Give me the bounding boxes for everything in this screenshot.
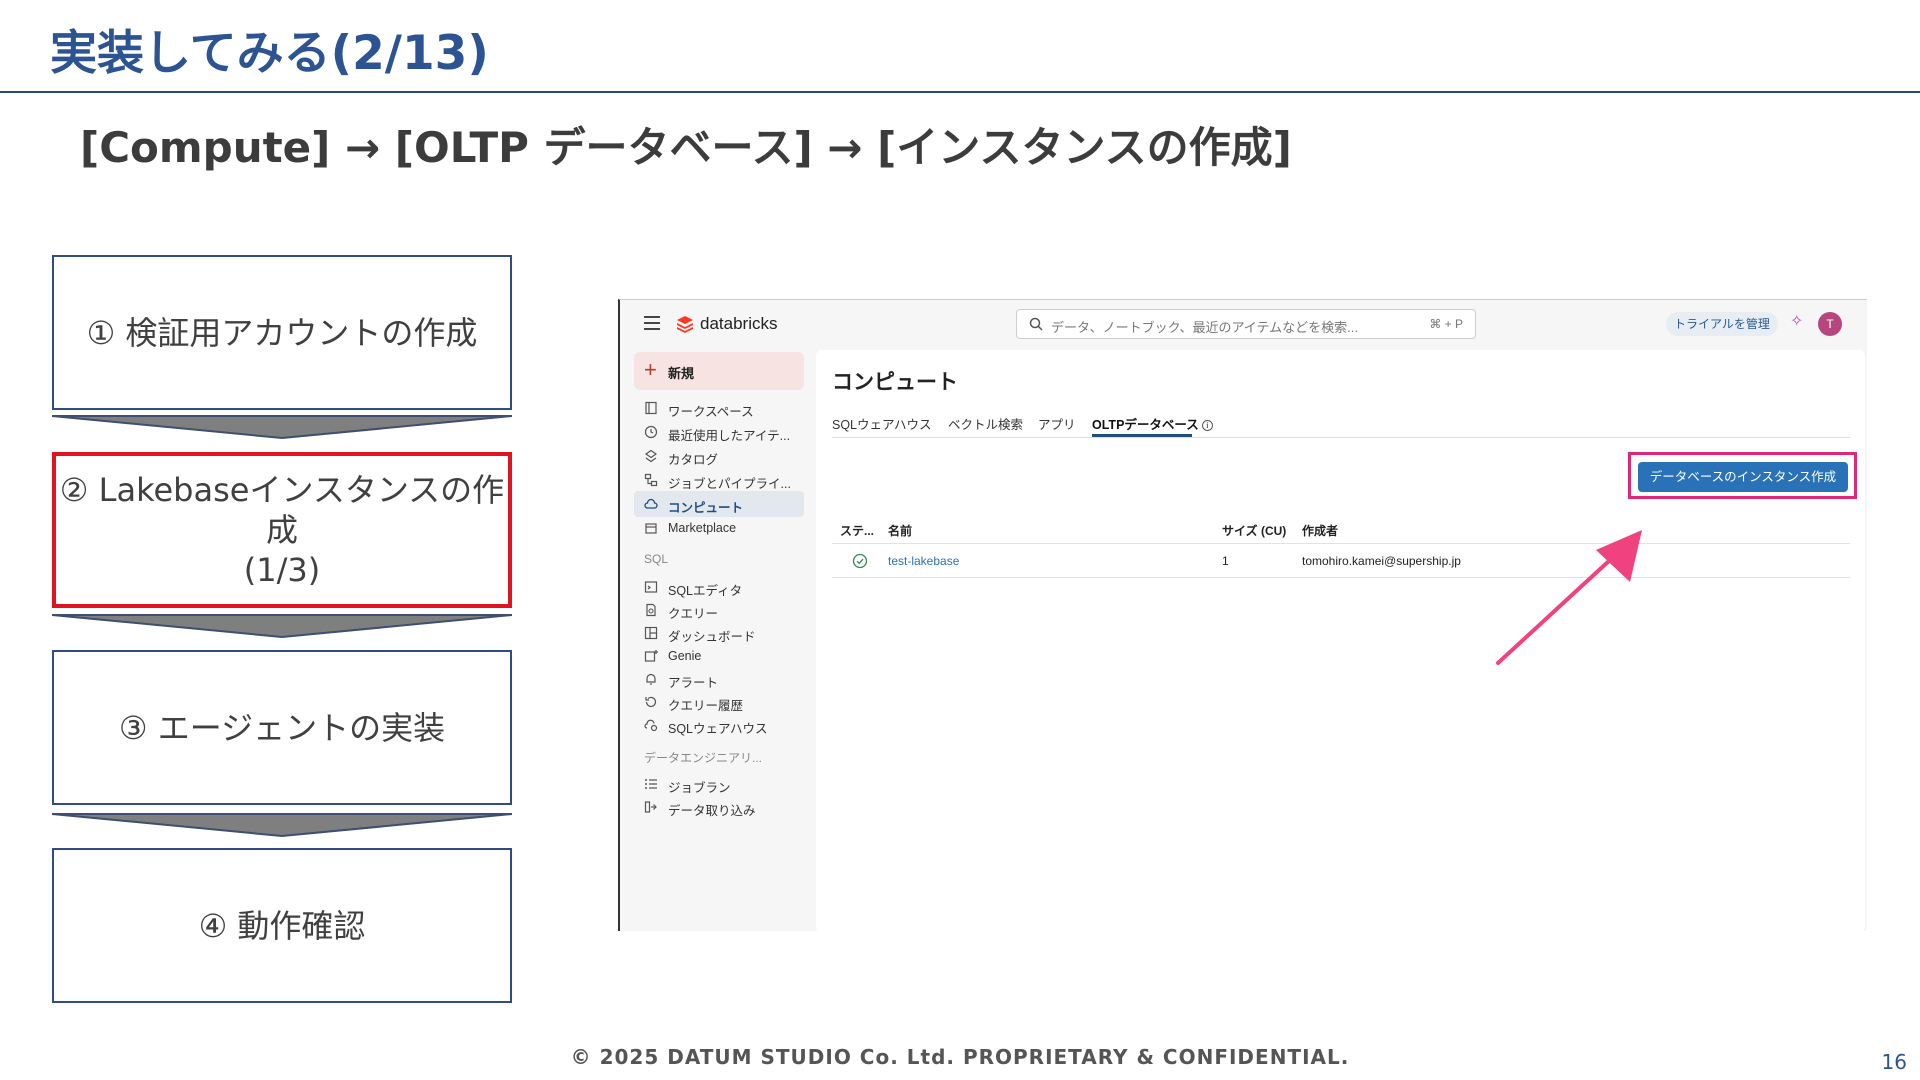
workflow-icon <box>644 473 658 487</box>
sidebar-item-workspace[interactable]: ワークスペース <box>634 395 804 421</box>
step-arrow-2 <box>52 614 512 639</box>
step-2-box: ② Lakebaseインスタンスの作成 (1/3) <box>52 452 512 608</box>
sidebar-item-sql-warehouses[interactable]: SQLウェアハウス <box>634 712 804 738</box>
step-2-label: ② Lakebaseインスタンスの作成 <box>59 471 505 549</box>
catalog-icon <box>644 449 658 463</box>
table-row[interactable]: test-lakebase 1 tomohiro.kamei@supership… <box>832 544 1850 578</box>
instance-name-link[interactable]: test-lakebase <box>888 554 959 568</box>
manage-trial-button[interactable]: トライアルを管理 <box>1666 312 1778 336</box>
annotation-arrow <box>1496 530 1642 665</box>
main-panel: コンピュート SQLウェアハウス ベクトル検索 アプリ OLTPデータベース i … <box>816 350 1865 931</box>
column-header-name[interactable]: 名前 <box>888 522 912 539</box>
menu-icon[interactable] <box>644 316 660 330</box>
table-header: ステ... 名前 サイズ (CU) 作成者 <box>832 514 1850 544</box>
sidebar-item-label: 最近使用したアイテ... <box>668 429 791 443</box>
sidebar-item-label: カタログ <box>668 453 719 467</box>
sidebar-item-label: ワークスペース <box>668 405 754 419</box>
sidebar: + 新規 ワークスペース 最近使用したアイテ... カタログ ジョブとパイプライ… <box>620 350 816 931</box>
sidebar-item-label: ジョブとパイプライ... <box>668 477 791 491</box>
warehouse-icon <box>644 719 658 732</box>
sidebar-section-data-engineering: データエンジニアリ... <box>644 751 763 765</box>
genie-icon <box>644 650 658 662</box>
marketplace-icon <box>645 523 657 534</box>
step-3-box: ③ エージェントの実装 <box>52 650 512 805</box>
sidebar-item-label: Genie <box>668 649 702 663</box>
databricks-screenshot: databricks データ、ノートブック、最近のアイテムなどを検索... ⌘ … <box>618 299 1867 931</box>
sidebar-item-compute[interactable]: コンピュート <box>634 491 804 517</box>
status-ok-icon <box>852 553 868 569</box>
tab-oltp-database-label: OLTPデータベース <box>1092 418 1199 432</box>
sidebar-item-data-ingestion[interactable]: データ取り込み <box>634 794 804 820</box>
info-icon[interactable]: i <box>1201 420 1213 431</box>
new-button-label: 新規 <box>668 366 695 381</box>
cloud-icon <box>644 498 658 509</box>
instance-creator: tomohiro.kamei@supership.jp <box>1302 554 1461 568</box>
slide-title: 実装してみる(2/13) <box>50 26 489 81</box>
plus-icon: + <box>644 357 657 382</box>
column-header-creator[interactable]: 作成者 <box>1302 522 1338 539</box>
step-2-sublabel: (1/3) <box>243 551 321 589</box>
tab-vector-search[interactable]: ベクトル検索 <box>948 414 1023 433</box>
databricks-logo-text[interactable]: databricks <box>700 314 777 334</box>
highlight-box <box>1628 452 1857 499</box>
step-1-label: ① 検証用アカウントの作成 <box>86 313 478 352</box>
column-header-size[interactable]: サイズ (CU) <box>1222 522 1286 539</box>
page-heading: コンピュート <box>832 371 958 394</box>
page-number: 16 <box>1881 1050 1907 1074</box>
step-4-box: ④ 動作確認 <box>52 848 512 1003</box>
tab-apps[interactable]: アプリ <box>1038 414 1076 433</box>
sidebar-item-label: Marketplace <box>668 521 737 535</box>
slide-subtitle: [Compute] → [OLTP データベース] → [インスタンスの作成] <box>80 123 1292 172</box>
search-input[interactable]: データ、ノートブック、最近のアイテムなどを検索... ⌘ + P <box>1016 309 1476 339</box>
job-runs-icon <box>645 779 657 789</box>
user-avatar[interactable]: T <box>1818 312 1842 336</box>
sidebar-item-marketplace[interactable]: Marketplace <box>634 515 804 541</box>
step-1-box: ① 検証用アカウントの作成 <box>52 255 512 410</box>
sidebar-item-label: コンピュート <box>668 501 744 515</box>
column-header-status[interactable]: ステ... <box>840 522 874 539</box>
step-arrow-1 <box>52 415 512 440</box>
sidebar-item-label: データ取り込み <box>668 804 756 818</box>
new-button[interactable]: + 新規 <box>634 352 804 390</box>
step-4-label: ④ 動作確認 <box>198 906 366 945</box>
search-shortcut: ⌘ + P <box>1429 317 1463 331</box>
footer-copyright: © 2025 DATUM STUDIO Co. Ltd. PROPRIETARY… <box>570 1045 1350 1069</box>
assistant-sparkle-icon[interactable]: ✧ <box>1790 314 1806 330</box>
step-arrow-3 <box>52 813 512 838</box>
active-tab-indicator <box>1092 434 1192 437</box>
sidebar-item-label: SQLウェアハウス <box>668 722 768 736</box>
query-icon <box>646 603 656 617</box>
top-bar: databricks データ、ノートブック、最近のアイテムなどを検索... ⌘ … <box>620 300 1867 350</box>
sidebar-section-sql: SQL <box>644 552 669 566</box>
bell-icon <box>646 673 656 685</box>
sidebar-item-recents[interactable]: 最近使用したアイテ... <box>634 419 804 445</box>
step-3-label: ③ エージェントの実装 <box>118 708 446 747</box>
dashboard-icon <box>644 626 658 640</box>
title-divider <box>0 91 1920 93</box>
workspace-icon <box>645 401 657 415</box>
history-icon <box>645 696 657 708</box>
tab-sql-warehouses[interactable]: SQLウェアハウス <box>832 414 932 433</box>
sidebar-item-catalog[interactable]: カタログ <box>634 443 804 469</box>
databricks-logo-icon <box>677 316 693 333</box>
compute-tabs: SQLウェアハウス ベクトル検索 アプリ OLTPデータベース i <box>832 410 1850 438</box>
instance-size: 1 <box>1222 554 1229 568</box>
tab-oltp-database[interactable]: OLTPデータベース i <box>1092 414 1213 433</box>
clock-icon <box>644 425 658 439</box>
search-icon <box>1029 317 1043 331</box>
ingest-icon <box>644 801 657 813</box>
sql-editor-icon <box>644 581 658 593</box>
search-placeholder: データ、ノートブック、最近のアイテムなどを検索... <box>1051 320 1358 335</box>
sidebar-item-workflows[interactable]: ジョブとパイプライ... <box>634 467 804 493</box>
